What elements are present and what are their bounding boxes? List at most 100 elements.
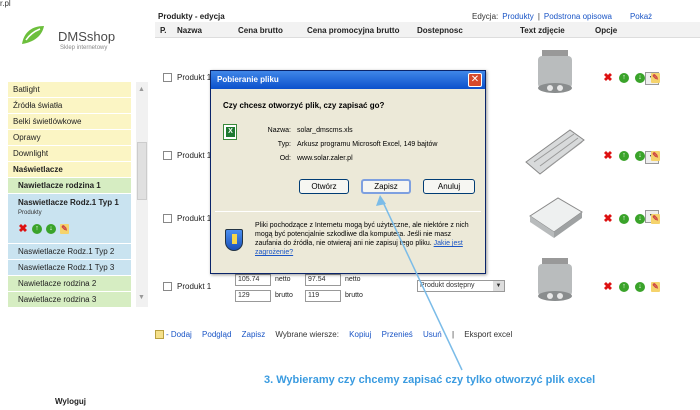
edit-icon[interactable]: ✎: [651, 151, 660, 161]
leaf-logo-icon: [22, 26, 44, 44]
edit-icon[interactable]: ✎: [651, 73, 660, 83]
product-name: Produkt 1: [177, 282, 212, 291]
table-footer: - Dodaj Podgląd Zapisz Wybrane wiersze: …: [155, 330, 700, 346]
availability-value: Produkt dostępny: [420, 282, 475, 289]
row-checkbox[interactable]: [163, 151, 172, 160]
sidebar-item[interactable]: Naświetlacze: [8, 162, 131, 178]
product-name: Produkt 1: [177, 214, 212, 223]
sidebar-item-active[interactable]: Naswietlacze Rodz.1 Typ 1 Produkty ✖ ↑ ↓…: [8, 194, 131, 244]
scroll-up-icon[interactable]: ▲: [138, 86, 145, 93]
edit-icon[interactable]: ✎: [60, 224, 69, 234]
export-excel-label[interactable]: Eksport excel: [464, 330, 512, 339]
download-dialog: Pobieranie pliku ✕ Czy chcesz otworzyć p…: [210, 70, 486, 274]
logo: DMSshop Sklep internetowy: [20, 20, 150, 60]
logo-brand: DMSshop: [58, 29, 116, 44]
sidebar-item[interactable]: Źródła światła: [8, 98, 131, 114]
sidebar-item[interactable]: Batlight: [8, 82, 131, 98]
save-link[interactable]: Zapisz: [242, 330, 266, 339]
sidebar-item[interactable]: Naswietlacze Rodz.1 Typ 3: [8, 260, 131, 276]
col-p: P.: [160, 26, 167, 35]
type-label: Typ:: [277, 141, 291, 148]
dialog-divider: [215, 211, 481, 212]
dialog-title: Pobieranie pliku: [211, 71, 485, 89]
sidebar-item[interactable]: Belki świetlówkowe: [8, 114, 131, 130]
separator: |: [451, 330, 455, 339]
arrow-down-icon[interactable]: ↓: [46, 224, 56, 234]
arrow-up-icon[interactable]: ↑: [619, 282, 629, 292]
edit-label: Edycja:: [472, 12, 499, 21]
linear-luminaire-image: [525, 129, 585, 175]
panel-light-image: [529, 197, 583, 238]
cancel-button[interactable]: Anuluj: [423, 179, 475, 194]
save-button[interactable]: Zapisz: [361, 179, 411, 194]
preview-link[interactable]: Podgląd: [202, 330, 231, 339]
delete-icon[interactable]: ✖: [18, 224, 28, 235]
edit-icon[interactable]: ✎: [651, 214, 660, 224]
logout-link[interactable]: Wyloguj: [55, 397, 86, 406]
downlight-image: [538, 50, 572, 93]
file-source: www.solar.zaler.pl: [297, 155, 353, 162]
promo-netto-input[interactable]: 97.54: [305, 274, 341, 286]
selected-rows-label: Wybrane wiersze:: [275, 330, 339, 339]
delete-link[interactable]: Usuń: [423, 330, 442, 339]
product-name: Produkt 1: [177, 73, 212, 82]
edit-icon[interactable]: ✎: [651, 282, 660, 292]
price-brutto-input[interactable]: 129: [235, 290, 271, 302]
sidebar-item[interactable]: Nawietlacze rodzina 3: [8, 292, 131, 308]
col-price: Cena brutto: [238, 26, 283, 35]
name-label: Nazwa:: [267, 127, 291, 134]
brutto-label: brutto: [345, 292, 363, 299]
downlight-image: [538, 258, 572, 301]
promo-brutto-input[interactable]: 119: [305, 290, 341, 302]
sidebar-item[interactable]: Nawietlacze rodzina 1: [8, 178, 131, 194]
col-options: Opcje: [595, 26, 618, 35]
row-checkbox[interactable]: [163, 73, 172, 82]
arrow-up-icon[interactable]: ↑: [619, 214, 629, 224]
netto-label: netto: [345, 276, 361, 283]
close-icon[interactable]: ✕: [468, 73, 482, 87]
delete-icon[interactable]: ✖: [603, 214, 613, 225]
move-link[interactable]: Przenieś: [382, 330, 413, 339]
chevron-down-icon: ▼: [493, 281, 504, 291]
scroll-down-icon[interactable]: ▼: [138, 294, 145, 301]
annotation-text: 3. Wybieramy czy chcemy zapisać czy tylk…: [264, 374, 596, 386]
row-checkbox[interactable]: [163, 282, 172, 291]
add-link[interactable]: - Dodaj: [166, 330, 192, 339]
price-netto-input[interactable]: 105.74: [235, 274, 271, 286]
brutto-label: brutto: [275, 292, 293, 299]
from-label: Od:: [279, 155, 291, 162]
delete-icon[interactable]: ✖: [603, 282, 613, 293]
file-type: Arkusz programu Microsoft Excel, 149 baj…: [297, 141, 438, 148]
add-icon[interactable]: [155, 330, 164, 340]
sidebar-active-title: Naswietlacze Rodz.1 Typ 1: [18, 198, 119, 207]
arrow-down-icon[interactable]: ↓: [635, 151, 645, 161]
corner-text: r.pl: [0, 0, 11, 8]
scroll-thumb[interactable]: [137, 142, 147, 200]
col-image: Text zdjęcie: [520, 26, 565, 35]
dialog-question: Czy chcesz otworzyć plik, czy zapisać go…: [223, 101, 385, 110]
row-checkbox[interactable]: [163, 214, 172, 223]
delete-icon[interactable]: ✖: [603, 73, 613, 84]
sidebar-item[interactable]: Oprawy: [8, 130, 131, 146]
netto-label: netto: [275, 276, 291, 283]
copy-link[interactable]: Kopiuj: [349, 330, 371, 339]
arrow-down-icon[interactable]: ↓: [635, 73, 645, 83]
availability-select[interactable]: Produkt dostępny ▼: [417, 280, 505, 292]
arrow-down-icon[interactable]: ↓: [635, 282, 645, 292]
sidebar-active-sub: Produkty: [18, 210, 42, 216]
sidebar-item[interactable]: Nawietlacze rodzina 2: [8, 276, 131, 292]
subpage-link[interactable]: Podstrona opisowa: [544, 12, 612, 21]
arrow-up-icon[interactable]: ↑: [619, 151, 629, 161]
open-button[interactable]: Otwórz: [299, 179, 349, 194]
sidebar-item[interactable]: Naswietlacze Rodz.1 Typ 2: [8, 244, 131, 260]
shield-icon: [225, 229, 243, 251]
arrow-down-icon[interactable]: ↓: [635, 214, 645, 224]
table-header: P. Nazwa Cena brutto Cena promocyjna bru…: [155, 22, 700, 38]
delete-icon[interactable]: ✖: [603, 151, 613, 162]
sidebar-item[interactable]: Downlight: [8, 146, 131, 162]
arrow-up-icon[interactable]: ↑: [32, 224, 42, 234]
arrow-up-icon[interactable]: ↑: [619, 73, 629, 83]
products-link[interactable]: Produkty: [502, 12, 534, 21]
sidebar-scrollbar[interactable]: ▲ ▼: [136, 82, 148, 307]
logo-tagline: Sklep internetowy: [60, 45, 108, 51]
